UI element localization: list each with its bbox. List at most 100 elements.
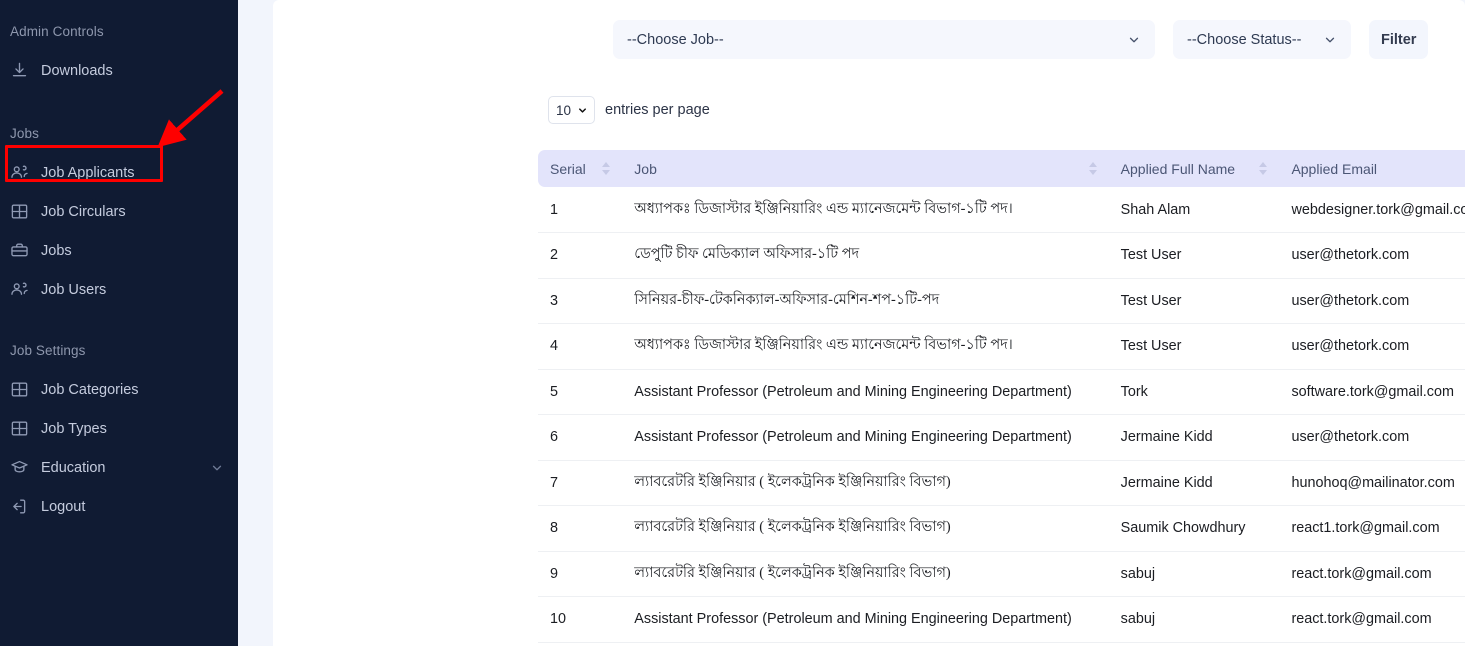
sidebar-item-job-types[interactable]: Job Types	[0, 409, 238, 448]
cell-serial: 2	[538, 233, 622, 279]
grid-icon	[10, 380, 29, 399]
cell-applied-email: react1.tork@gmail.com	[1279, 506, 1465, 552]
sidebar-item-job-applicants[interactable]: Job Applicants	[0, 153, 238, 192]
sidebar-item-downloads[interactable]: Downloads	[0, 51, 238, 90]
table-row[interactable]: 4অধ্যাপকঃ ডিজাস্টার ইঞ্জিনিয়ারিং এন্ড ম…	[538, 324, 1465, 370]
table-row[interactable]: 5Assistant Professor (Petroleum and Mini…	[538, 369, 1465, 415]
sidebar-item-education[interactable]: Education	[0, 448, 238, 487]
cell-applied-full-name: Saumik Chowdhury	[1109, 506, 1280, 552]
sort-toggle-icon[interactable]	[1089, 162, 1097, 175]
entries-per-page-value: 10	[556, 103, 571, 118]
column-header-label: Applied Full Name	[1121, 161, 1235, 177]
cell-job: Assistant Professor (Petroleum and Minin…	[622, 597, 1108, 643]
job-select-value: --Choose Job--	[627, 32, 1119, 48]
table-row[interactable]: 8ল্যাবরেটরি ইঞ্জিনিয়ার ( ইলেকট্রনিক ইঞ্…	[538, 506, 1465, 552]
cell-applied-email: user@thetork.com	[1279, 415, 1465, 461]
cell-applied-email: react.tork@gmail.com	[1279, 597, 1465, 643]
sidebar-item-label: Job Categories	[41, 382, 139, 398]
sidebar-item-job-users[interactable]: Job Users	[0, 270, 238, 309]
sort-toggle-icon[interactable]	[1259, 162, 1267, 175]
sidebar-item-label: Job Users	[41, 282, 106, 298]
cell-serial: 10	[538, 597, 622, 643]
column-header-name[interactable]: Applied Full Name	[1109, 150, 1280, 187]
column-header-job[interactable]: Job	[622, 150, 1108, 187]
cell-serial: 5	[538, 369, 622, 415]
column-header-label: Job	[634, 161, 657, 177]
main-content: --Choose Job-- --Choose Status-- Filter …	[238, 0, 1465, 646]
graduation-cap-icon	[10, 458, 29, 477]
entries-per-page-select[interactable]: 10	[548, 96, 595, 124]
table-row[interactable]: 6Assistant Professor (Petroleum and Mini…	[538, 415, 1465, 461]
logout-icon	[10, 497, 29, 516]
chevron-down-icon	[1127, 33, 1141, 47]
cell-applied-email: webdesigner.tork@gmail.com	[1279, 187, 1465, 233]
cell-applied-full-name: sabuj	[1109, 551, 1280, 597]
cell-applied-full-name: Test User	[1109, 278, 1280, 324]
cell-applied-email: user@thetork.com	[1279, 324, 1465, 370]
sidebar-item-job-circulars[interactable]: Job Circulars	[0, 192, 238, 231]
sidebar-item-label: Job Circulars	[41, 204, 126, 220]
cell-applied-email: react.tork@gmail.com	[1279, 551, 1465, 597]
cell-serial: 3	[538, 278, 622, 324]
download-icon	[10, 61, 29, 80]
table-body: 1অধ্যাপকঃ ডিজাস্টার ইঞ্জিনিয়ারিং এন্ড ম…	[538, 187, 1465, 642]
cell-job: অধ্যাপকঃ ডিজাস্টার ইঞ্জিনিয়ারিং এন্ড ম্…	[622, 324, 1108, 370]
table-header: SerialJobApplied Full NameApplied EmailA…	[538, 150, 1465, 187]
cell-job: অধ্যাপকঃ ডিজাস্টার ইঞ্জিনিয়ারিং এন্ড ম্…	[622, 187, 1108, 233]
filter-bar: --Choose Job-- --Choose Status-- Filter	[613, 20, 1428, 59]
column-header-email[interactable]: Applied Email	[1279, 150, 1465, 187]
cell-serial: 7	[538, 460, 622, 506]
cell-serial: 9	[538, 551, 622, 597]
sidebar-item-label: Downloads	[41, 63, 113, 79]
cell-serial: 1	[538, 187, 622, 233]
cell-serial: 4	[538, 324, 622, 370]
column-header-label: Serial	[550, 161, 586, 177]
sidebar-group-title: Job Settings	[0, 343, 238, 358]
sidebar-item-label: Education	[41, 460, 106, 476]
cell-job: ল্যাবরেটরি ইঞ্জিনিয়ার ( ইলেকট্রনিক ইঞ্জ…	[622, 506, 1108, 552]
cell-applied-full-name: Shah Alam	[1109, 187, 1280, 233]
briefcase-icon	[10, 241, 29, 260]
cell-applied-full-name: Tork	[1109, 369, 1280, 415]
cell-applied-email: user@thetork.com	[1279, 278, 1465, 324]
sidebar-group-title: Jobs	[0, 126, 238, 141]
users-icon	[10, 280, 29, 299]
table-row[interactable]: 1অধ্যাপকঃ ডিজাস্টার ইঞ্জিনিয়ারিং এন্ড ম…	[538, 187, 1465, 233]
chevron-down-icon	[577, 105, 588, 116]
cell-applied-full-name: Jermaine Kidd	[1109, 415, 1280, 461]
job-select[interactable]: --Choose Job--	[613, 20, 1155, 59]
sidebar-item-job-categories[interactable]: Job Categories	[0, 370, 238, 409]
applicants-table: Serial Job Applied Full Name Applied Email A…	[538, 150, 1465, 643]
sidebar-item-logout[interactable]: Logout	[0, 487, 238, 526]
table-row[interactable]: 10Assistant Professor (Petroleum and Min…	[538, 597, 1465, 643]
status-select[interactable]: --Choose Status--	[1173, 20, 1351, 59]
cell-applied-full-name: Test User	[1109, 233, 1280, 279]
filter-button[interactable]: Filter	[1369, 20, 1428, 59]
cell-applied-full-name: sabuj	[1109, 597, 1280, 643]
cell-job: ল্যাবরেটরি ইঞ্জিনিয়ার ( ইলেকট্রনিক ইঞ্জ…	[622, 460, 1108, 506]
status-select-value: --Choose Status--	[1187, 32, 1315, 48]
admin-jobs-applicants-page: Admin ControlsDownloadsJobsJob Applicant…	[0, 0, 1465, 646]
cell-applied-email: software.tork@gmail.com	[1279, 369, 1465, 415]
table-row[interactable]: 9ল্যাবরেটরি ইঞ্জিনিয়ার ( ইলেকট্রনিক ইঞ্…	[538, 551, 1465, 597]
table-row[interactable]: 7ল্যাবরেটরি ইঞ্জিনিয়ার ( ইলেকট্রনিক ইঞ্…	[538, 460, 1465, 506]
sidebar: Admin ControlsDownloadsJobsJob Applicant…	[0, 0, 238, 646]
cell-applied-email: user@thetork.com	[1279, 233, 1465, 279]
column-header-label: Applied Email	[1291, 161, 1377, 177]
cell-job: Assistant Professor (Petroleum and Minin…	[622, 415, 1108, 461]
sort-toggle-icon[interactable]	[602, 162, 610, 175]
entries-per-page-label: entries per page	[605, 102, 710, 118]
sidebar-item-label: Logout	[41, 499, 85, 515]
table-row[interactable]: 2ডেপুটি চীফ মেডিক্যাল অফিসার-১টি পদTest …	[538, 233, 1465, 279]
table-row[interactable]: 3সিনিয়র-চীফ-টেকনিক্যাল-অফিসার-মেশিন-শপ-…	[538, 278, 1465, 324]
table-header-row: SerialJobApplied Full NameApplied EmailA…	[538, 150, 1465, 187]
sidebar-item-jobs[interactable]: Jobs	[0, 231, 238, 270]
cell-job: ডেপুটি চীফ মেডিক্যাল অফিসার-১টি পদ	[622, 233, 1108, 279]
column-header-serial[interactable]: Serial	[538, 150, 622, 187]
chevron-down-icon[interactable]	[210, 461, 224, 475]
cell-job: Assistant Professor (Petroleum and Minin…	[622, 369, 1108, 415]
sidebar-item-label: Job Applicants	[41, 165, 135, 181]
cell-job: ল্যাবরেটরি ইঞ্জিনিয়ার ( ইলেকট্রনিক ইঞ্জ…	[622, 551, 1108, 597]
cell-applied-full-name: Jermaine Kidd	[1109, 460, 1280, 506]
sidebar-item-label: Job Types	[41, 421, 107, 437]
